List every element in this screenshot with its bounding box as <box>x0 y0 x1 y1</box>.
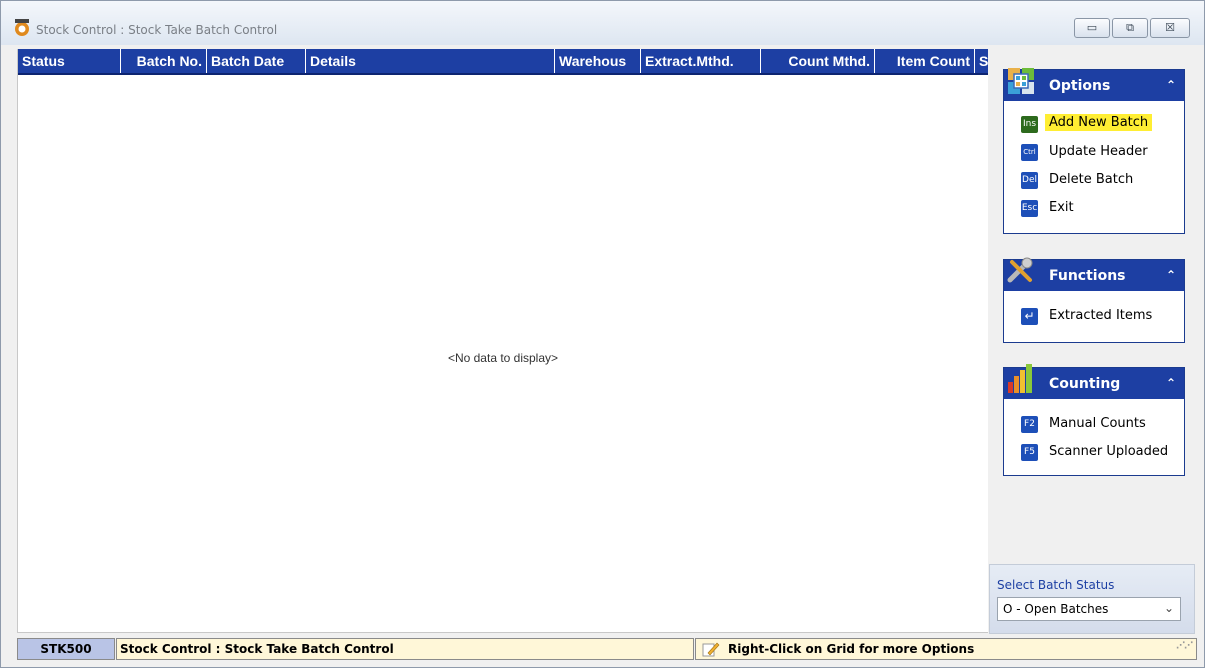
enter-key-icon: ↵ <box>1021 308 1038 325</box>
col-warehouse[interactable]: Warehous <box>555 49 641 73</box>
manual-counts-label: Manual Counts <box>1049 416 1146 431</box>
col-batch-date[interactable]: Batch Date <box>207 49 306 73</box>
status-hint: Right-Click on Grid for more Options ⋰⋰ <box>695 638 1197 660</box>
minimize-icon: ▭ <box>1086 21 1098 34</box>
functions-group-header[interactable]: Functions ⌃ <box>1004 257 1184 291</box>
window-title: Stock Control : Stock Take Batch Control <box>36 23 278 37</box>
ctrl-key-icon: Ctrl <box>1021 144 1038 161</box>
collapse-chevron-icon[interactable]: ⌃ <box>1166 376 1176 390</box>
ins-key-icon: Ins <box>1021 116 1038 133</box>
minimize-button[interactable]: ▭ <box>1074 18 1110 38</box>
col-extract-method[interactable]: Extract.Mthd. <box>641 49 761 73</box>
add-new-batch-label: Add New Batch <box>1045 114 1153 131</box>
batch-grid[interactable]: Status Batch No. Batch Date Details Ware… <box>17 49 988 633</box>
status-program-code: STK500 <box>17 638 115 660</box>
chevron-down-icon[interactable]: ⌄ <box>1164 601 1174 615</box>
batch-status-value: O - Open Batches <box>1003 602 1109 616</box>
scanner-uploaded-item[interactable]: F5 Scanner Uploaded <box>1004 439 1184 467</box>
restore-icon: ⧉ <box>1126 21 1134 34</box>
close-icon: ☒ <box>1165 21 1175 34</box>
collapse-chevron-icon[interactable]: ⌃ <box>1166 78 1176 92</box>
col-s[interactable]: S <box>975 49 988 73</box>
col-status[interactable]: Status <box>18 49 121 73</box>
batch-status-panel: Select Batch Status O - Open Batches ⌄ <box>989 564 1195 634</box>
counting-group: Counting ⌃ F2 Manual Counts F5 Scanner U… <box>1003 364 1185 476</box>
restore-button[interactable]: ⧉ <box>1112 18 1148 38</box>
title-bar[interactable]: Stock Control : Stock Take Batch Control… <box>1 1 1204 45</box>
options-icon <box>1008 68 1034 94</box>
pencil-icon <box>702 642 720 657</box>
close-button[interactable]: ☒ <box>1150 18 1190 38</box>
counting-group-header[interactable]: Counting ⌃ <box>1004 364 1184 399</box>
manual-counts-item[interactable]: F2 Manual Counts <box>1004 411 1184 439</box>
delete-batch-item[interactable]: Del Delete Batch <box>1004 167 1184 195</box>
grid-header: Status Batch No. Batch Date Details Ware… <box>18 49 988 75</box>
options-title: Options <box>1049 78 1111 94</box>
status-hint-text: Right-Click on Grid for more Options <box>728 642 975 656</box>
col-details[interactable]: Details <box>306 49 555 73</box>
f2-key-icon: F2 <box>1021 416 1038 433</box>
counting-title: Counting <box>1049 376 1121 392</box>
tools-icon <box>1007 257 1033 283</box>
scanner-uploaded-label: Scanner Uploaded <box>1049 444 1169 459</box>
col-item-count[interactable]: Item Count <box>875 49 975 73</box>
functions-group: Functions ⌃ ↵ Extracted Items <box>1003 257 1185 343</box>
col-batch-no[interactable]: Batch No. <box>121 49 207 73</box>
resize-grip-icon[interactable]: ⋰⋰ <box>1176 636 1193 656</box>
esc-key-icon: Esc <box>1021 200 1038 217</box>
options-group-header[interactable]: Options ⌃ <box>1004 68 1184 101</box>
col-count-method[interactable]: Count Mthd. <box>761 49 875 73</box>
del-key-icon: Del <box>1021 172 1038 189</box>
bar-chart-icon <box>1008 364 1032 393</box>
exit-item[interactable]: Esc Exit <box>1004 195 1184 223</box>
app-logo-icon <box>15 19 29 36</box>
status-bar: STK500 Stock Control : Stock Take Batch … <box>17 638 1197 660</box>
batch-status-caption: Select Batch Status <box>997 578 1115 592</box>
application-window: Stock Control : Stock Take Batch Control… <box>0 0 1205 668</box>
extracted-items-label: Extracted Items <box>1049 308 1153 323</box>
batch-status-select[interactable]: O - Open Batches ⌄ <box>997 597 1181 621</box>
add-new-batch-item[interactable]: Ins Add New Batch <box>1004 111 1184 139</box>
f5-key-icon: F5 <box>1021 444 1038 461</box>
extracted-items-item[interactable]: ↵ Extracted Items <box>1004 303 1184 331</box>
status-program-title: Stock Control : Stock Take Batch Control <box>116 638 694 660</box>
options-group: Options ⌃ Ins Add New Batch Ctrl Update … <box>1003 68 1185 234</box>
update-header-label: Update Header <box>1049 144 1148 159</box>
exit-label: Exit <box>1049 200 1074 215</box>
delete-batch-label: Delete Batch <box>1049 172 1134 187</box>
functions-title: Functions <box>1049 268 1126 284</box>
empty-grid-message: <No data to display> <box>447 351 559 365</box>
update-header-item[interactable]: Ctrl Update Header <box>1004 139 1184 167</box>
collapse-chevron-icon[interactable]: ⌃ <box>1166 268 1176 282</box>
